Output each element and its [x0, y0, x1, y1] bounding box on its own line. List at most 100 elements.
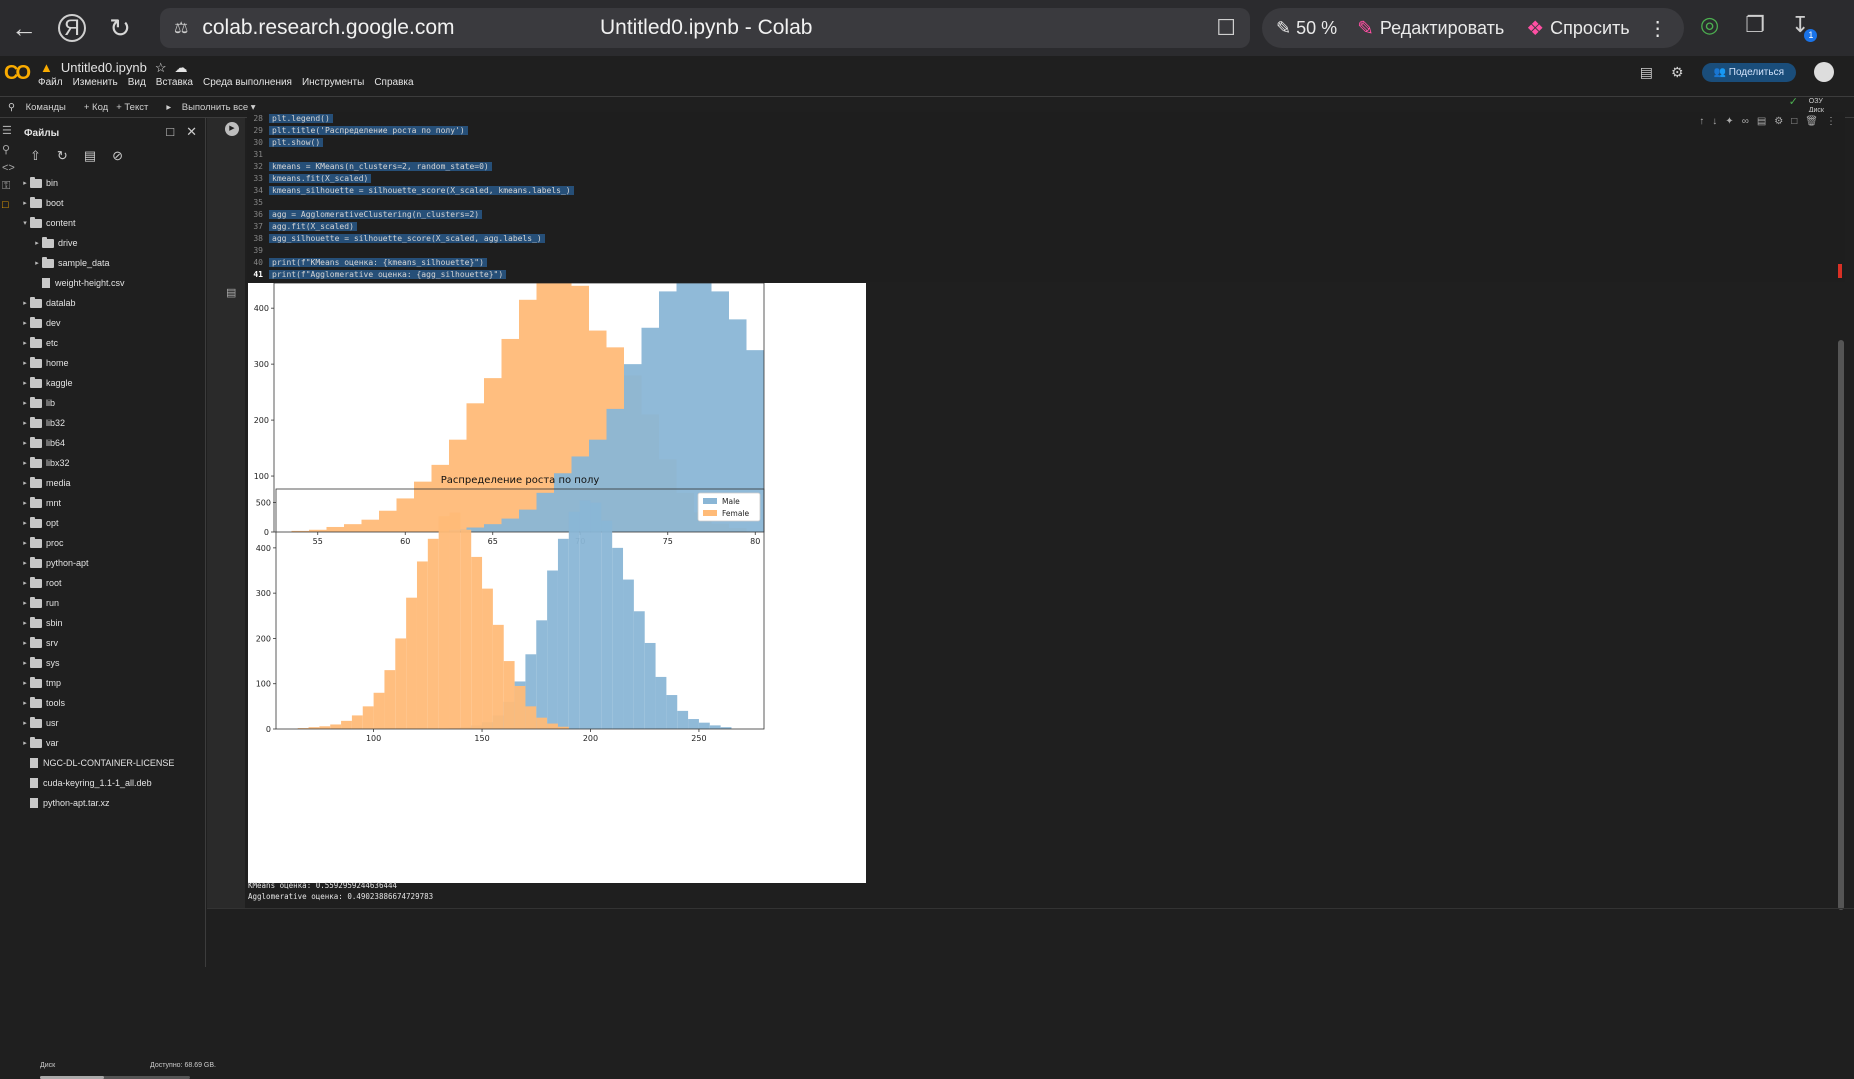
folder-icon[interactable]: □	[2, 199, 14, 211]
code-line[interactable]: 41 print(f"Agglomerative оценка: {agg_sil…	[247, 268, 1845, 280]
ask-button[interactable]: ❖ Спросить	[1526, 16, 1629, 41]
code-line[interactable]: 33 kmeans.fit(X_scaled)	[247, 172, 1845, 184]
code-line[interactable]: 32 kmeans = KMeans(n_clusters=2, random_s…	[247, 160, 1845, 172]
folder-item[interactable]: ▸ tmp	[16, 673, 206, 693]
gear-icon[interactable]: ⚙	[1671, 64, 1684, 81]
site-info-icon[interactable]: ⚖	[174, 18, 188, 38]
chevron-right-icon[interactable]: ▸	[20, 499, 30, 507]
chevron-right-icon[interactable]: ▸	[20, 539, 30, 547]
avatar[interactable]	[1814, 62, 1834, 82]
colab-logo-icon[interactable]: CO	[4, 62, 32, 84]
cloud-icon[interactable]: ☁	[175, 60, 188, 76]
menu-view[interactable]: Вид	[128, 77, 146, 88]
menu-file[interactable]: Файл	[38, 77, 63, 88]
chevron-right-icon[interactable]: ▸	[20, 719, 30, 727]
folder-item[interactable]: ▸ lib	[16, 393, 206, 413]
folder-item[interactable]: ▸ sbin	[16, 613, 206, 633]
folder-item[interactable]: ▸ media	[16, 473, 206, 493]
commands-button[interactable]: ⚲ Команды	[8, 102, 66, 113]
hide-icon[interactable]: ⊘	[112, 148, 123, 164]
folder-item[interactable]: ▸ libx32	[16, 453, 206, 473]
download-icon[interactable]: ↧ 1	[1791, 12, 1818, 42]
yandex-logo-icon[interactable]: Я	[58, 14, 86, 42]
chevron-down-icon[interactable]: ▾	[20, 219, 30, 227]
star-icon[interactable]: ☆	[155, 60, 167, 76]
chevron-right-icon[interactable]: ▸	[20, 339, 30, 347]
chevron-right-icon[interactable]: ▸	[20, 699, 30, 707]
zoom-level[interactable]: ✎ 50 %	[1276, 18, 1337, 39]
chevron-right-icon[interactable]: ▸	[20, 299, 30, 307]
folder-item[interactable]: ▾ content	[16, 213, 206, 233]
comment-icon[interactable]: ▤	[1640, 64, 1653, 81]
gemini-icon[interactable]: ✦	[1725, 116, 1733, 127]
chevron-right-icon[interactable]: ▸	[20, 199, 30, 207]
folder-item[interactable]: ▸ root	[16, 573, 206, 593]
file-item[interactable]: python-apt.tar.xz	[16, 793, 206, 813]
mount-drive-icon[interactable]: ▤	[84, 148, 96, 164]
menu-tools[interactable]: Инструменты	[302, 77, 364, 88]
chevron-right-icon[interactable]: ▸	[32, 259, 42, 267]
run-all-button[interactable]: ▸ Выполнить все ▾	[166, 102, 255, 113]
code-cell[interactable]: 28 plt.legend() 29 plt.title('Распределение…	[247, 112, 1845, 282]
folder-item[interactable]: ▸ kaggle	[16, 373, 206, 393]
chevron-right-icon[interactable]: ▸	[20, 379, 30, 387]
folder-item[interactable]: ▸ etc	[16, 333, 206, 353]
file-item[interactable]: cuda-keyring_1.1-1_all.deb	[16, 773, 206, 793]
folder-item[interactable]: ▸ proc	[16, 533, 206, 553]
folder-item[interactable]: ▸ lib64	[16, 433, 206, 453]
mirror-cell-icon[interactable]: □	[1791, 116, 1797, 127]
settings-cell-icon[interactable]: ⚙	[1774, 116, 1783, 127]
folder-item[interactable]: ▸ datalab	[16, 293, 206, 313]
file-item[interactable]: NGC-DL-CONTAINER-LICENSE	[16, 753, 206, 773]
chevron-right-icon[interactable]: ▸	[20, 179, 30, 187]
code-line[interactable]: 36 agg = AgglomerativeClustering(n_cluste…	[247, 208, 1845, 220]
chevron-right-icon[interactable]: ▸	[20, 659, 30, 667]
extension-icon[interactable]: ◎	[1700, 12, 1719, 38]
chevron-right-icon[interactable]: ▸	[20, 319, 30, 327]
folder-item[interactable]: ▸ sys	[16, 653, 206, 673]
chevron-right-icon[interactable]: ▸	[20, 419, 30, 427]
refresh-icon[interactable]: ↻	[57, 148, 68, 164]
folder-item[interactable]: ▸ srv	[16, 633, 206, 653]
output-actions-icon[interactable]: ▤	[226, 286, 236, 299]
folder-item[interactable]: ▸ mnt	[16, 493, 206, 513]
chevron-right-icon[interactable]: ▸	[20, 519, 30, 527]
chevron-right-icon[interactable]: ▸	[20, 359, 30, 367]
code-line[interactable]: 30 plt.show()	[247, 136, 1845, 148]
code-line[interactable]: 40 print(f"KMeans оценка: {kmeans_silhoue…	[247, 256, 1845, 268]
notebook-name[interactable]: Untitled0.ipynb	[61, 60, 147, 76]
page-scrollbar[interactable]	[1838, 340, 1844, 910]
code-line[interactable]: 35	[247, 196, 1845, 208]
folder-item[interactable]: ▸ drive	[16, 233, 206, 253]
folder-item[interactable]: ▸ opt	[16, 513, 206, 533]
chevron-right-icon[interactable]: ▸	[20, 639, 30, 647]
menu-edit[interactable]: Изменить	[73, 77, 118, 88]
code-line[interactable]: 37 agg.fit(X_scaled)	[247, 220, 1845, 232]
chevron-right-icon[interactable]: ▸	[20, 559, 30, 567]
run-cell-button[interactable]: ▶	[225, 122, 239, 136]
chevron-right-icon[interactable]: ▸	[20, 459, 30, 467]
secrets-icon[interactable]: ⚿	[2, 180, 14, 193]
add-text-button[interactable]: + Текст	[116, 102, 148, 113]
share-button[interactable]: 👥 Поделиться	[1701, 62, 1796, 82]
search-icon[interactable]: ⚲	[2, 143, 14, 156]
code-line[interactable]: 29 plt.title('Распределение роста по полу…	[247, 124, 1845, 136]
code-line[interactable]: 34 kmeans_silhouette = silhouette_score(X…	[247, 184, 1845, 196]
folder-item[interactable]: ▸ boot	[16, 193, 206, 213]
folder-item[interactable]: ▸ lib32	[16, 413, 206, 433]
chevron-right-icon[interactable]: ▸	[20, 479, 30, 487]
folder-item[interactable]: ▸ sample_data	[16, 253, 206, 273]
menu-insert[interactable]: Вставка	[156, 77, 193, 88]
menu-runtime[interactable]: Среда выполнения	[203, 77, 292, 88]
code-line[interactable]: 38 agg_silhouette = silhouette_score(X_sc…	[247, 232, 1845, 244]
chevron-right-icon[interactable]: ▸	[32, 239, 42, 247]
folder-item[interactable]: ▸ dev	[16, 313, 206, 333]
folder-item[interactable]: ▸ var	[16, 733, 206, 753]
comment-cell-icon[interactable]: ▤	[1757, 116, 1766, 127]
file-item[interactable]: weight-height.csv	[16, 273, 206, 293]
tabs-icon[interactable]: ❐	[1745, 12, 1765, 38]
chevron-right-icon[interactable]: ▸	[20, 579, 30, 587]
move-down-icon[interactable]: ↓	[1712, 116, 1717, 127]
chevron-right-icon[interactable]: ▸	[20, 599, 30, 607]
cell-more-icon[interactable]: ⋮	[1826, 116, 1836, 127]
